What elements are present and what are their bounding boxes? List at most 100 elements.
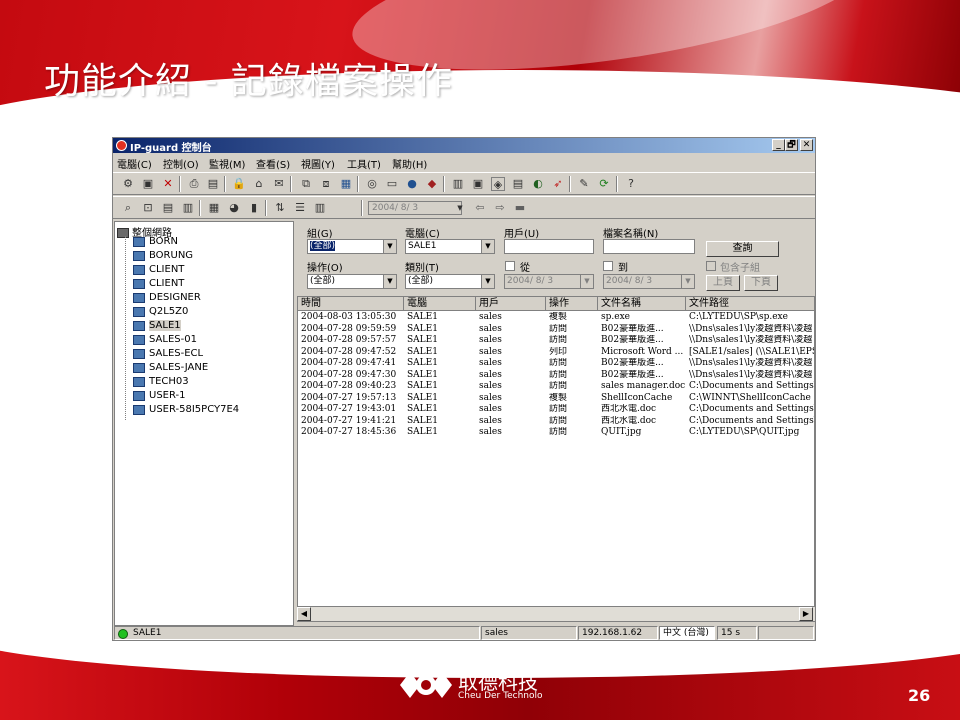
tree-node-selected[interactable]: SALE1 bbox=[133, 320, 181, 334]
table-row[interactable]: 2004-07-28 09:47:30 SALE1 sales 訪問 B02豪華版進..… bbox=[298, 370, 814, 382]
detail-icon[interactable]: ▥ bbox=[181, 201, 195, 215]
network-icon[interactable]: ⧉ bbox=[299, 177, 313, 191]
back-arrow-icon[interactable]: ⇦ bbox=[473, 201, 487, 215]
menu-view[interactable]: 查看(S) bbox=[256, 156, 290, 171]
restore-button[interactable]: 🗗 bbox=[785, 139, 798, 151]
chevron-down-icon[interactable]: ▼ bbox=[481, 240, 494, 253]
tree-node[interactable]: SALES-JANE bbox=[133, 362, 208, 376]
filename-input[interactable] bbox=[603, 239, 695, 254]
computer-icon[interactable]: ▣ bbox=[471, 177, 485, 191]
chevron-down-icon[interactable]: ▼ bbox=[681, 275, 694, 288]
keyboard-icon[interactable]: ▦ bbox=[207, 201, 221, 215]
group-icon[interactable]: ▣ bbox=[141, 177, 155, 191]
binoculars-icon[interactable]: ◎ bbox=[365, 177, 379, 191]
horizontal-scrollbar[interactable]: ◀ ▶ bbox=[297, 606, 815, 621]
table-row[interactable]: 2004-07-27 18:45:36 SALE1 sales 訪問 QUIT.jpg C… bbox=[298, 427, 814, 439]
globe-icon[interactable]: ● bbox=[405, 177, 419, 191]
to-date-picker[interactable]: 2004/ 8/ 3 ▼ bbox=[603, 274, 695, 289]
status-ime[interactable]: 中文 (台灣) bbox=[659, 626, 715, 640]
query-button[interactable]: 查詢 bbox=[706, 241, 779, 257]
zoom-icon[interactable]: ⌕ bbox=[121, 201, 135, 215]
next-page-button[interactable]: 下頁 bbox=[744, 275, 778, 291]
column-header-filename[interactable]: 文件名稱 bbox=[598, 297, 686, 311]
menu-tools[interactable]: 工具(T) bbox=[347, 156, 381, 171]
menu-help[interactable]: 幫助(H) bbox=[392, 156, 427, 171]
table-row[interactable]: 2004-07-28 09:57:57 SALE1 sales 訪問 B02豪華版進..… bbox=[298, 335, 814, 347]
table-row[interactable]: 2004-07-28 09:40:23 SALE1 sales 訪問 sales man… bbox=[298, 381, 814, 393]
print-icon[interactable]: ⎙ bbox=[187, 177, 201, 191]
tree-node[interactable]: USER-1 bbox=[133, 390, 186, 404]
column-icon[interactable]: ▥ bbox=[313, 201, 327, 215]
print-preview-icon[interactable]: ▤ bbox=[206, 177, 220, 191]
column-header-filepath[interactable]: 文件路徑 bbox=[686, 297, 814, 311]
column-header-time[interactable]: 時間 bbox=[298, 297, 404, 311]
forward-arrow-icon[interactable]: ⇨ bbox=[493, 201, 507, 215]
table-row[interactable]: 2004-07-28 09:47:52 SALE1 sales 列印 Microsoft… bbox=[298, 347, 814, 359]
table-row[interactable]: 2004-07-28 09:59:59 SALE1 sales 訪問 B02豪華版進..… bbox=[298, 324, 814, 336]
table-row[interactable]: 2004-07-27 19:43:01 SALE1 sales 訪問 西北水電.doc C… bbox=[298, 404, 814, 416]
menu-monitor[interactable]: 監視(M) bbox=[209, 156, 245, 171]
close-button[interactable]: ✕ bbox=[800, 139, 813, 151]
shield-icon[interactable]: ◐ bbox=[531, 177, 545, 191]
scroll-left-icon[interactable]: ◀ bbox=[297, 607, 311, 621]
app-log-icon[interactable]: ◆ bbox=[425, 177, 439, 191]
chevron-down-icon[interactable]: ▼ bbox=[580, 275, 593, 288]
category-select[interactable]: (全部) ▼ bbox=[405, 274, 495, 289]
computer-tree[interactable]: 整個網路 BORN BORUNG CLIENT CLIENT DESIGNER … bbox=[114, 221, 294, 626]
sort-icon[interactable]: ⇅ bbox=[273, 201, 287, 215]
minimize-button[interactable]: _ bbox=[772, 139, 785, 151]
group-select[interactable]: (全部) ▼ bbox=[307, 239, 397, 254]
tree-node[interactable]: USER-58I5PCY7E4 bbox=[133, 404, 239, 418]
table-row[interactable]: 2004-08-03 13:05:30 SALE1 sales 複製 sp.exe C:\… bbox=[298, 312, 814, 324]
chevron-down-icon[interactable]: ▼ bbox=[383, 275, 396, 288]
message-icon[interactable]: ✉ bbox=[272, 177, 286, 191]
to-checkbox[interactable] bbox=[603, 261, 613, 271]
list-icon[interactable]: ▤ bbox=[161, 201, 175, 215]
filter-icon[interactable]: ☰ bbox=[293, 201, 307, 215]
unlock-icon[interactable]: ⌂ bbox=[252, 177, 266, 191]
toolbar-date-picker[interactable]: 2004/ 8/ 3 bbox=[368, 201, 462, 215]
column-header-computer[interactable]: 電腦 bbox=[404, 297, 476, 311]
menu-window[interactable]: 視圖(Y) bbox=[301, 156, 335, 171]
settings-icon[interactable]: ⚙ bbox=[121, 177, 135, 191]
network-alt-icon[interactable]: ⧈ bbox=[319, 177, 333, 191]
column-header-user[interactable]: 用戶 bbox=[476, 297, 546, 311]
from-date-picker[interactable]: 2004/ 8/ 3 ▼ bbox=[504, 274, 594, 289]
from-checkbox[interactable] bbox=[505, 261, 515, 271]
lock-icon[interactable]: 🔒 bbox=[232, 177, 246, 191]
tree-node[interactable]: CLIENT bbox=[133, 264, 184, 278]
document-icon[interactable]: ▤ bbox=[511, 177, 525, 191]
delete-icon[interactable]: ✕ bbox=[161, 177, 175, 191]
notes-icon[interactable]: ✎ bbox=[577, 177, 591, 191]
export-icon[interactable]: ▬ bbox=[513, 201, 527, 215]
operation-select[interactable]: (全部) ▼ bbox=[307, 274, 397, 289]
computer-select[interactable]: SALE1 ▼ bbox=[405, 239, 495, 254]
fit-icon[interactable]: ⊡ bbox=[141, 201, 155, 215]
window-icon[interactable]: ▭ bbox=[385, 177, 399, 191]
tree-node[interactable]: SALES-ECL bbox=[133, 348, 203, 362]
prev-page-button[interactable]: 上頁 bbox=[706, 275, 740, 291]
menu-computer[interactable]: 電腦(C) bbox=[117, 156, 152, 171]
tree-node[interactable]: DESIGNER bbox=[133, 292, 201, 306]
menu-control[interactable]: 控制(O) bbox=[163, 156, 199, 171]
table-row[interactable]: 2004-07-27 19:57:13 SALE1 sales 複製 ShellIcon… bbox=[298, 393, 814, 405]
file-log-table[interactable]: 時間 電腦 用戶 操作 文件名稱 文件路徑 2004-08-03 13:05:3… bbox=[297, 296, 815, 622]
tree-node[interactable]: CLIENT bbox=[133, 278, 184, 292]
user-input[interactable] bbox=[504, 239, 594, 254]
chevron-down-icon[interactable]: ▼ bbox=[481, 275, 494, 288]
grid-icon[interactable]: ▥ bbox=[451, 177, 465, 191]
refresh-icon[interactable]: ⟳ bbox=[597, 177, 611, 191]
tree-node[interactable]: BORN bbox=[133, 236, 178, 250]
include-subgroups-checkbox[interactable] bbox=[706, 261, 716, 271]
tree-node[interactable]: SALES-01 bbox=[133, 334, 197, 348]
rocket-icon[interactable]: ➶ bbox=[551, 177, 565, 191]
column-header-operation[interactable]: 操作 bbox=[546, 297, 598, 311]
file-log-icon[interactable]: ◈ bbox=[491, 177, 505, 191]
policy-icon[interactable]: ▦ bbox=[339, 177, 353, 191]
bar-chart-icon[interactable]: ▮ bbox=[247, 201, 261, 215]
scroll-right-icon[interactable]: ▶ bbox=[799, 607, 813, 621]
tree-node[interactable]: BORUNG bbox=[133, 250, 193, 264]
pie-chart-icon[interactable]: ◕ bbox=[227, 201, 241, 215]
window-title-bar[interactable]: IP-guard 控制台 _ 🗗 ✕ bbox=[113, 138, 815, 154]
table-row[interactable]: 2004-07-27 19:41:21 SALE1 sales 訪問 西北水電.doc C… bbox=[298, 416, 814, 428]
